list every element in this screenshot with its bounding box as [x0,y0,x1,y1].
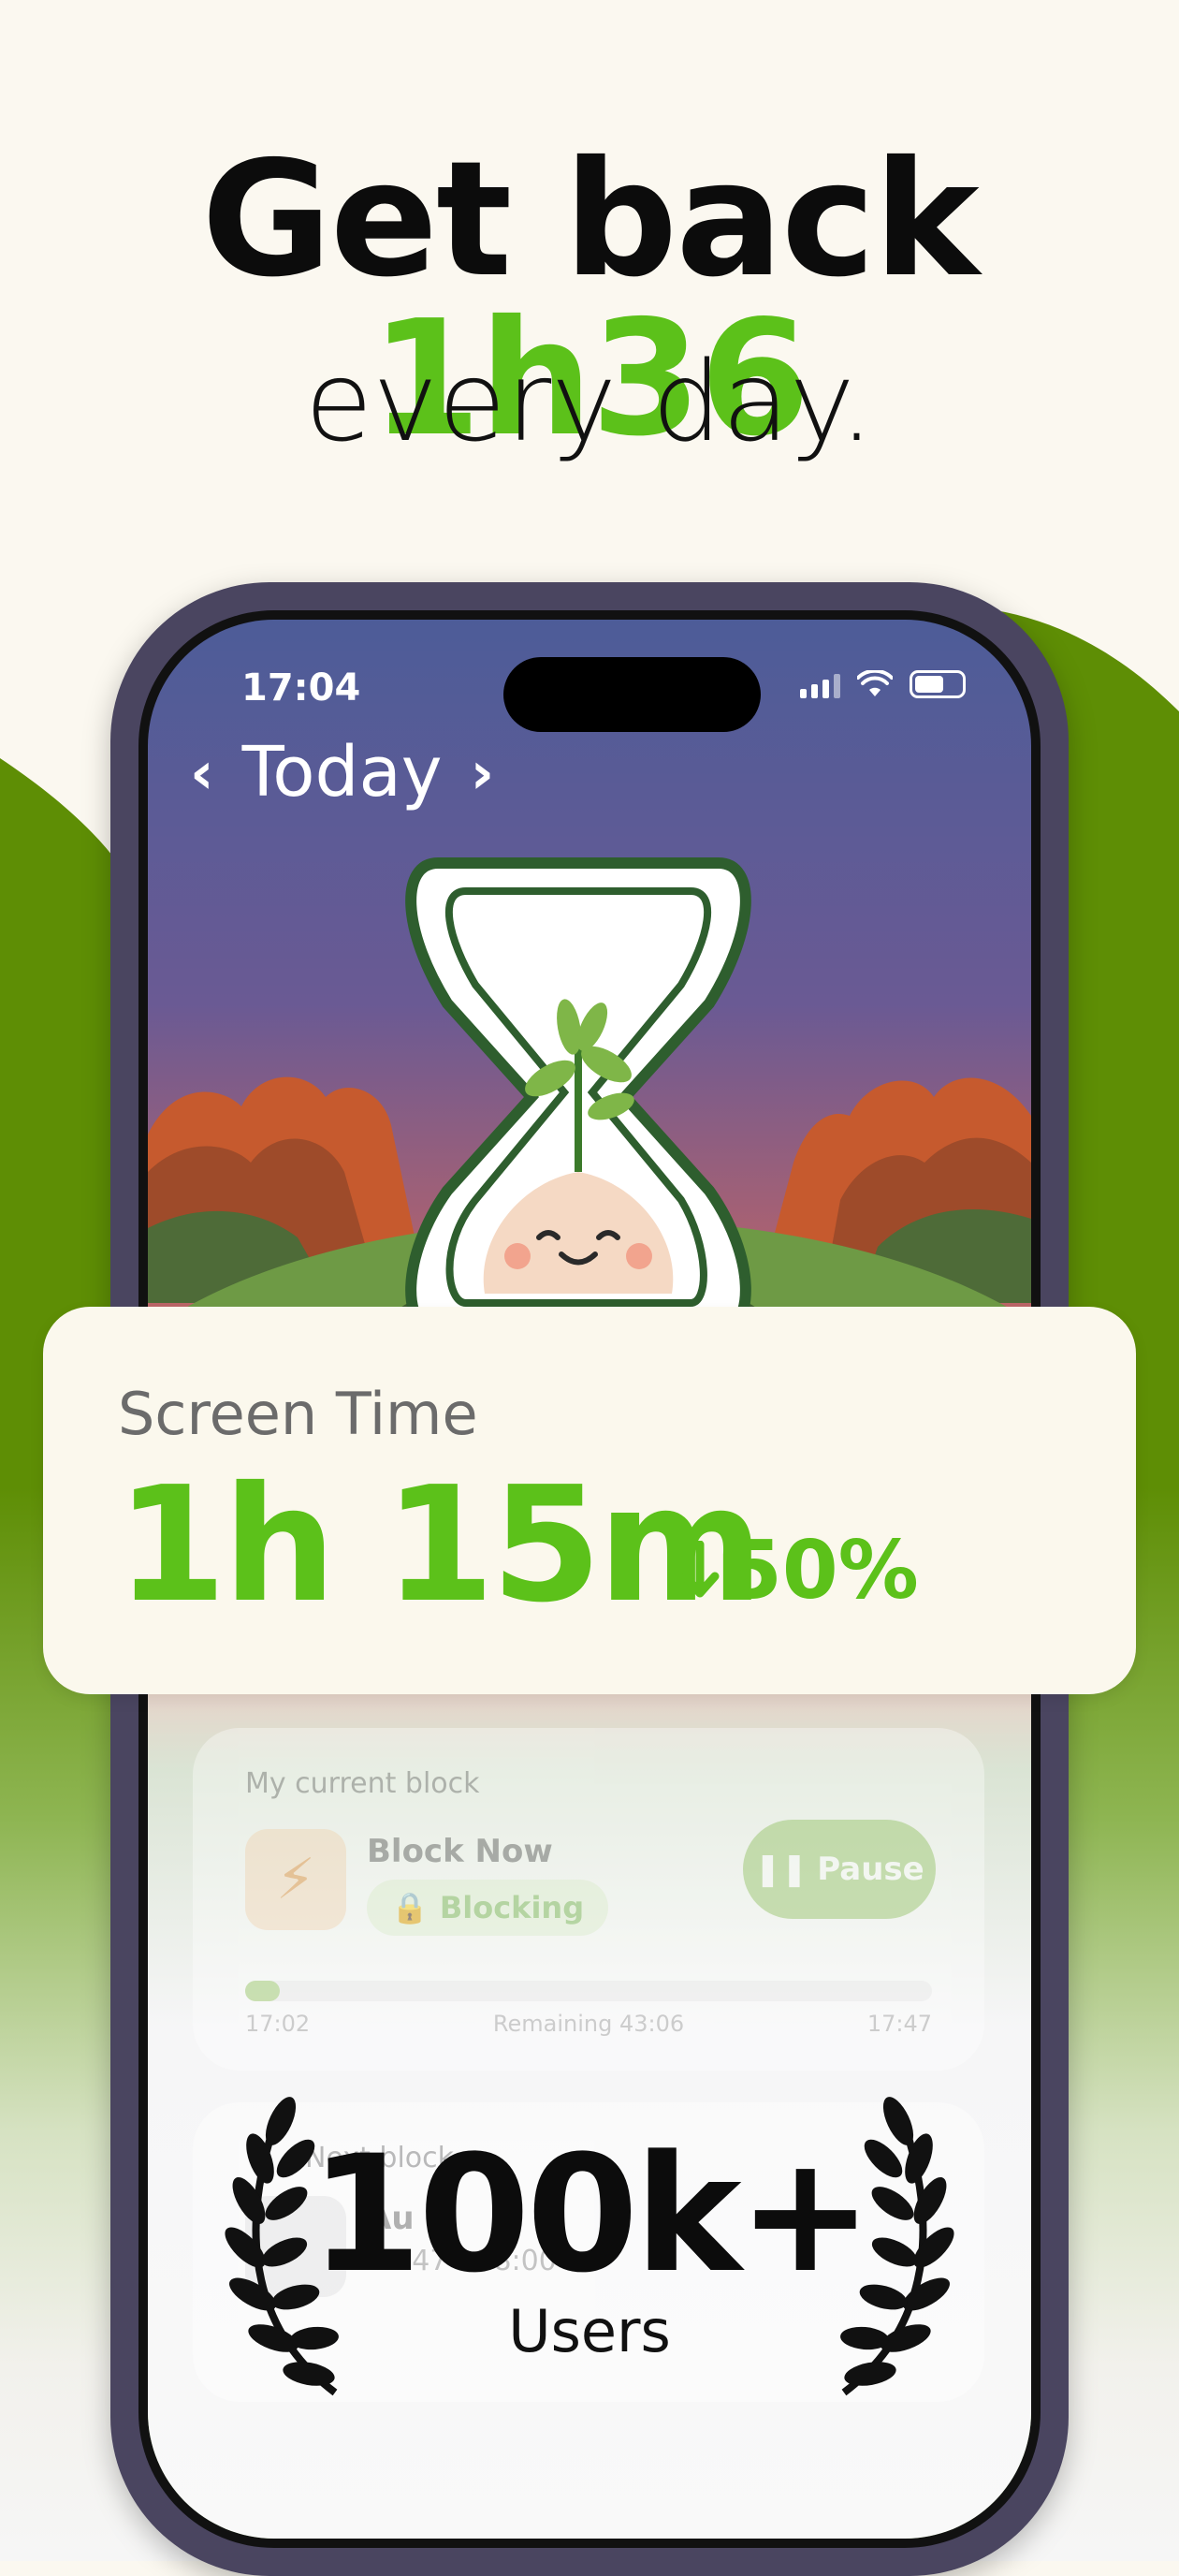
screen-time-delta-value: 50% [726,1524,919,1617]
block-remaining: Remaining 43:06 [492,2011,685,2037]
current-block-title: My current block [245,1767,480,1800]
block-progress-bar [245,1981,932,2001]
screen-time-card: Screen Time 1h 15m 50% [43,1307,1136,1694]
date-navigator: ‹ Today › [190,732,494,812]
users-label: Users [508,2297,671,2365]
headline-prefix: Get back [201,127,980,313]
block-times: 17:02 Remaining 43:06 17:47 [245,2011,932,2037]
chevron-right-icon[interactable]: › [471,739,495,807]
chevron-left-icon[interactable]: ‹ [190,739,214,807]
battery-icon [910,670,966,698]
nav-title: Today [241,732,443,812]
status-icons [800,670,966,698]
arrow-down-icon [680,1541,720,1598]
block-start-time: 17:02 [245,2011,311,2037]
signal-icon [800,674,840,698]
block-progress-fill [245,1981,280,2001]
screen-time-label: Screen Time [118,1380,478,1448]
blocking-badge-label: Blocking [439,1890,585,1925]
screen-time-value: 1h 15m [116,1453,764,1638]
screen-time-delta: 50% [679,1524,919,1617]
blocking-badge: 🔒 Blocking [367,1880,609,1936]
lightning-icon: ⚡ [245,1829,346,1930]
current-block-card: My current block ⚡ Block Now 🔒 Blocking … [193,1728,984,2071]
users-count: 100k+ [310,2120,873,2308]
headline-subtitle: every day. [304,337,875,466]
hourglass-sprout-icon [391,857,765,1367]
pause-button[interactable]: ❚❚ Pause [743,1820,936,1919]
users-badge: 100k+ Users [0,2134,1179,2361]
status-time: 17:04 [241,666,361,710]
pause-icon: ❚❚ [754,1851,808,1888]
wifi-icon [857,670,893,696]
block-end-time: 17:47 [866,2011,932,2037]
current-block-name: Block Now [367,1833,553,1870]
pause-label: Pause [817,1851,924,1888]
lock-icon: 🔒 [391,1890,429,1925]
dynamic-island [503,657,761,732]
